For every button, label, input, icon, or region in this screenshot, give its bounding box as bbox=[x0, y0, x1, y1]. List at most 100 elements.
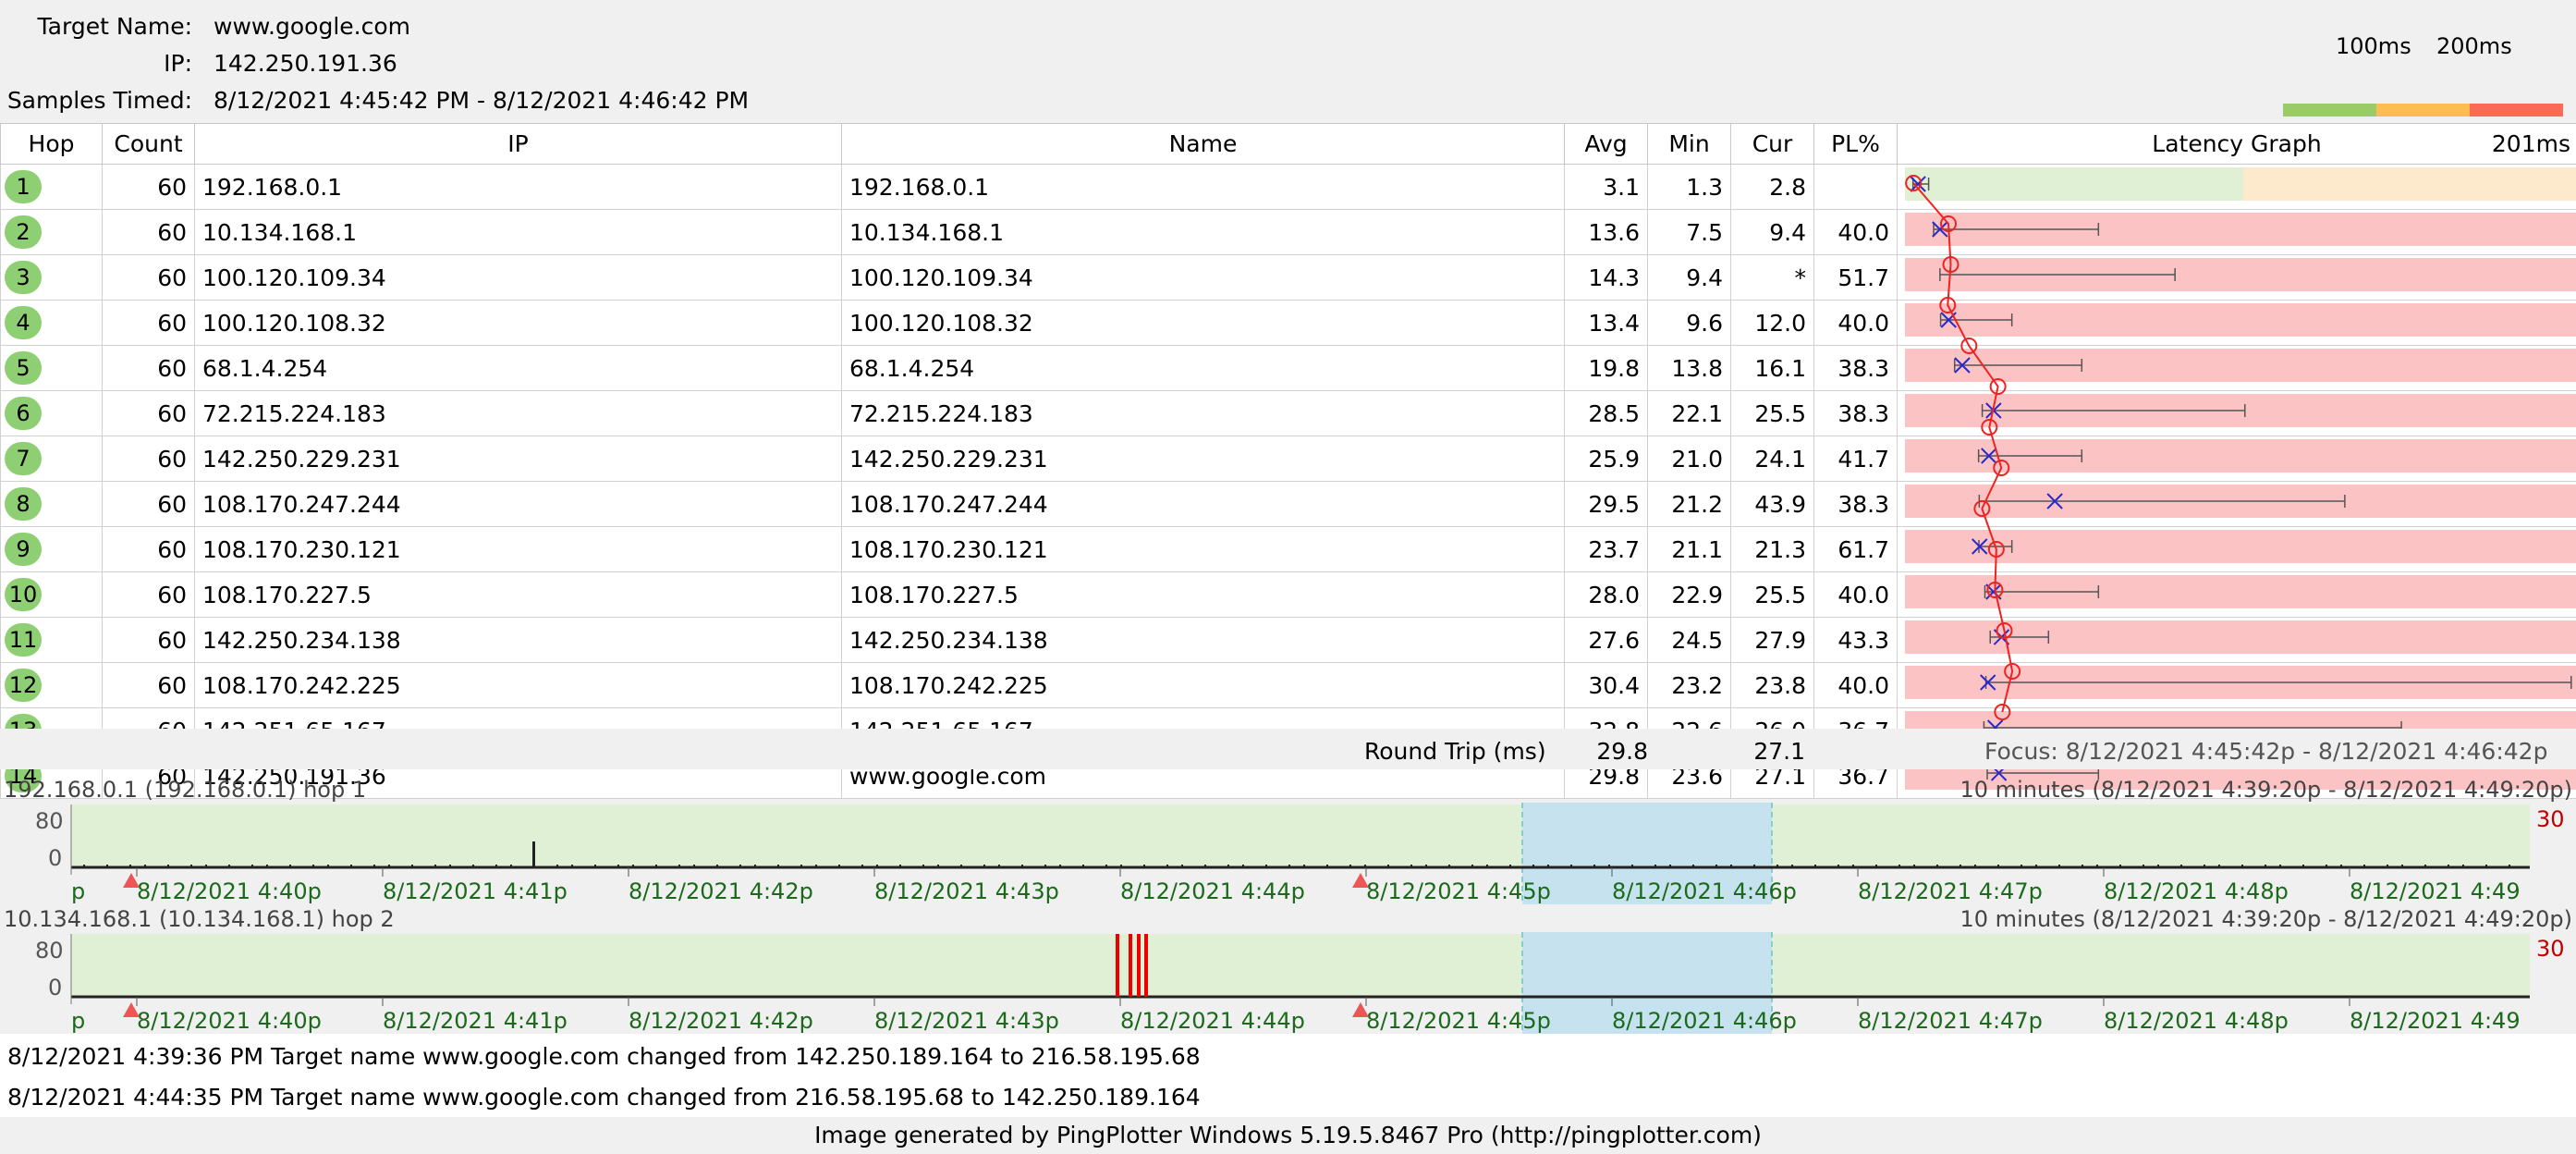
name-cell: 108.170.227.5 bbox=[841, 571, 1565, 618]
table-row[interactable]: 2 60 10.134.168.1 10.134.168.1 13.6 7.5 9.4 40.… bbox=[0, 209, 2576, 255]
ip-cell: 142.250.234.138 bbox=[194, 617, 842, 663]
timeline-title: 10.134.168.1 (10.134.168.1) hop 2 bbox=[4, 906, 395, 932]
latency-bar bbox=[1905, 620, 2576, 654]
latency-spike bbox=[1471, 865, 1473, 867]
latency-spike bbox=[2340, 865, 2342, 867]
time-axis-label: 8/12/2021 4:47p bbox=[1858, 878, 2043, 904]
latency-spike bbox=[1730, 865, 1732, 867]
latency-spike bbox=[1486, 865, 1488, 867]
latency-graph-cell bbox=[1897, 164, 2576, 210]
latency-spike bbox=[1814, 865, 1816, 867]
table-row[interactable]: 5 60 68.1.4.254 68.1.4.254 19.8 13.8 16.1 38.3 bbox=[0, 345, 2576, 391]
col-hop[interactable]: Hop bbox=[0, 123, 103, 165]
min-cell: 24.5 bbox=[1647, 617, 1731, 663]
latency-spike bbox=[1044, 865, 1046, 867]
latency-spike bbox=[434, 865, 436, 867]
hop-badge: 2 bbox=[5, 215, 42, 249]
hop-badge: 11 bbox=[5, 623, 42, 657]
col-ip[interactable]: IP bbox=[194, 123, 842, 165]
time-axis-label: 8/12/2021 4:41p bbox=[383, 1008, 568, 1034]
cur-cell: 25.5 bbox=[1730, 390, 1814, 436]
min-cell: 13.8 bbox=[1647, 345, 1731, 391]
col-count[interactable]: Count bbox=[102, 123, 195, 165]
pl-cell: 40.0 bbox=[1813, 300, 1898, 346]
table-row[interactable]: 4 60 100.120.108.32 100.120.108.32 13.4 9.6 12… bbox=[0, 300, 2576, 346]
timeline-panel-hop1[interactable]: 192.168.0.1 (192.168.0.1) hop 1 10 minut… bbox=[0, 775, 2576, 904]
hop-badge: 7 bbox=[5, 442, 42, 475]
round-trip-row: Round Trip (ms) 29.8 27.1 Focus: 8/12/20… bbox=[0, 729, 2576, 769]
hop-cell: 11 bbox=[0, 617, 103, 663]
latency-spike bbox=[449, 865, 451, 867]
col-pl[interactable]: PL% bbox=[1813, 123, 1898, 165]
table-row[interactable]: 8 60 108.170.247.244 108.170.247.244 29.5 21.… bbox=[0, 481, 2576, 527]
table-row[interactable]: 12 60 108.170.242.225 108.170.242.225 30.4 23… bbox=[0, 662, 2576, 708]
latency-graph-cell bbox=[1897, 481, 2576, 527]
time-axis-label: 8/12/2021 4:49 bbox=[2350, 878, 2521, 904]
name-cell: 142.250.234.138 bbox=[841, 617, 1565, 663]
latency-spike bbox=[1959, 865, 1961, 867]
latency-spike bbox=[1120, 865, 1122, 867]
col-min[interactable]: Min bbox=[1647, 123, 1731, 165]
pl-cell: 38.3 bbox=[1813, 390, 1898, 436]
latency-spike bbox=[1608, 865, 1610, 867]
min-cell: 7.5 bbox=[1647, 209, 1731, 255]
latency-spike bbox=[1349, 865, 1351, 867]
ip-cell: 192.168.0.1 bbox=[194, 164, 842, 210]
latency-spike bbox=[1059, 865, 1061, 867]
latency-spike bbox=[1669, 865, 1671, 867]
latency-spike bbox=[373, 865, 375, 867]
table-row[interactable]: 3 60 100.120.109.34 100.120.109.34 14.3 9.4 * 5… bbox=[0, 254, 2576, 301]
table-row[interactable]: 11 60 142.250.234.138 142.250.234.138 27.6 24… bbox=[0, 617, 2576, 663]
latency-bar bbox=[1905, 439, 2576, 473]
hop-cell: 1 bbox=[0, 164, 103, 210]
table-header-row: Hop Count IP Name Avg Min Cur PL% Latenc… bbox=[0, 123, 2576, 165]
latency-spike bbox=[739, 865, 741, 867]
col-name[interactable]: Name bbox=[841, 123, 1565, 165]
avg-cell: 29.5 bbox=[1564, 481, 1648, 527]
latency-spike bbox=[1082, 865, 1084, 867]
table-row[interactable]: 10 60 108.170.227.5 108.170.227.5 28.0 22.9 25… bbox=[0, 571, 2576, 618]
latency-graph-scale: 201ms bbox=[2491, 130, 2570, 157]
col-cur[interactable]: Cur bbox=[1730, 123, 1814, 165]
latency-spike bbox=[1936, 865, 1938, 867]
pl-cell: 41.7 bbox=[1813, 436, 1898, 482]
timeline-panel-hop2[interactable]: 10.134.168.1 (10.134.168.1) hop 2 10 min… bbox=[0, 904, 2576, 1034]
latency-spike bbox=[350, 865, 352, 867]
cur-cell: 9.4 bbox=[1730, 209, 1814, 255]
avg-cell: 13.4 bbox=[1564, 300, 1648, 346]
col-avg[interactable]: Avg bbox=[1564, 123, 1648, 165]
latency-spike bbox=[922, 865, 924, 867]
hop-cell: 5 bbox=[0, 345, 103, 391]
hop-badge: 4 bbox=[5, 306, 42, 339]
samples-label: Samples Timed: bbox=[6, 87, 192, 114]
latency-spike bbox=[1791, 865, 1793, 867]
table-row[interactable]: 6 60 72.215.224.183 72.215.224.183 28.5 22.1 2… bbox=[0, 390, 2576, 436]
latency-spike bbox=[2241, 865, 2243, 867]
latency-spike bbox=[1631, 865, 1633, 867]
pl-cell: 40.0 bbox=[1813, 209, 1898, 255]
latency-spike bbox=[1875, 865, 1877, 867]
col-latency-graph[interactable]: Latency Graph 201ms bbox=[1897, 123, 2576, 165]
pl-cell: 61.7 bbox=[1813, 526, 1898, 572]
avg-cell: 3.1 bbox=[1564, 164, 1648, 210]
trace-table: Hop Count IP Name Avg Min Cur PL% Latenc… bbox=[0, 123, 2576, 799]
latency-zone-high bbox=[2243, 575, 2576, 608]
timeline-chart-hop1: p 8/12/2021 4:40p 8/12/2021 4:41p 8/12/2021… bbox=[70, 803, 2530, 904]
latency-spike bbox=[1021, 865, 1023, 867]
latency-spike bbox=[2462, 865, 2464, 867]
count-cell: 60 bbox=[102, 571, 195, 618]
latency-bar bbox=[1905, 394, 2576, 427]
latency-spike bbox=[1242, 865, 1244, 867]
latency-spike bbox=[2082, 865, 2083, 867]
latency-spike bbox=[205, 865, 207, 867]
scale-bar-mid bbox=[2376, 104, 2470, 117]
table-row[interactable]: 7 60 142.250.229.231 142.250.229.231 25.9 21.… bbox=[0, 436, 2576, 482]
timeline-range: 10 minutes (8/12/2021 4:39:20p - 8/12/20… bbox=[1959, 906, 2572, 932]
latency-spike bbox=[960, 865, 962, 867]
latency-bar bbox=[1905, 258, 2576, 291]
latency-spike bbox=[1898, 865, 1900, 867]
table-row[interactable]: 9 60 108.170.230.121 108.170.230.121 23.7 21.… bbox=[0, 526, 2576, 572]
ip-cell: 108.170.247.244 bbox=[194, 481, 842, 527]
table-row[interactable]: 1 60 192.168.0.1 192.168.0.1 3.1 1.3 2.8 bbox=[0, 164, 2576, 210]
latency-spike bbox=[754, 865, 756, 867]
